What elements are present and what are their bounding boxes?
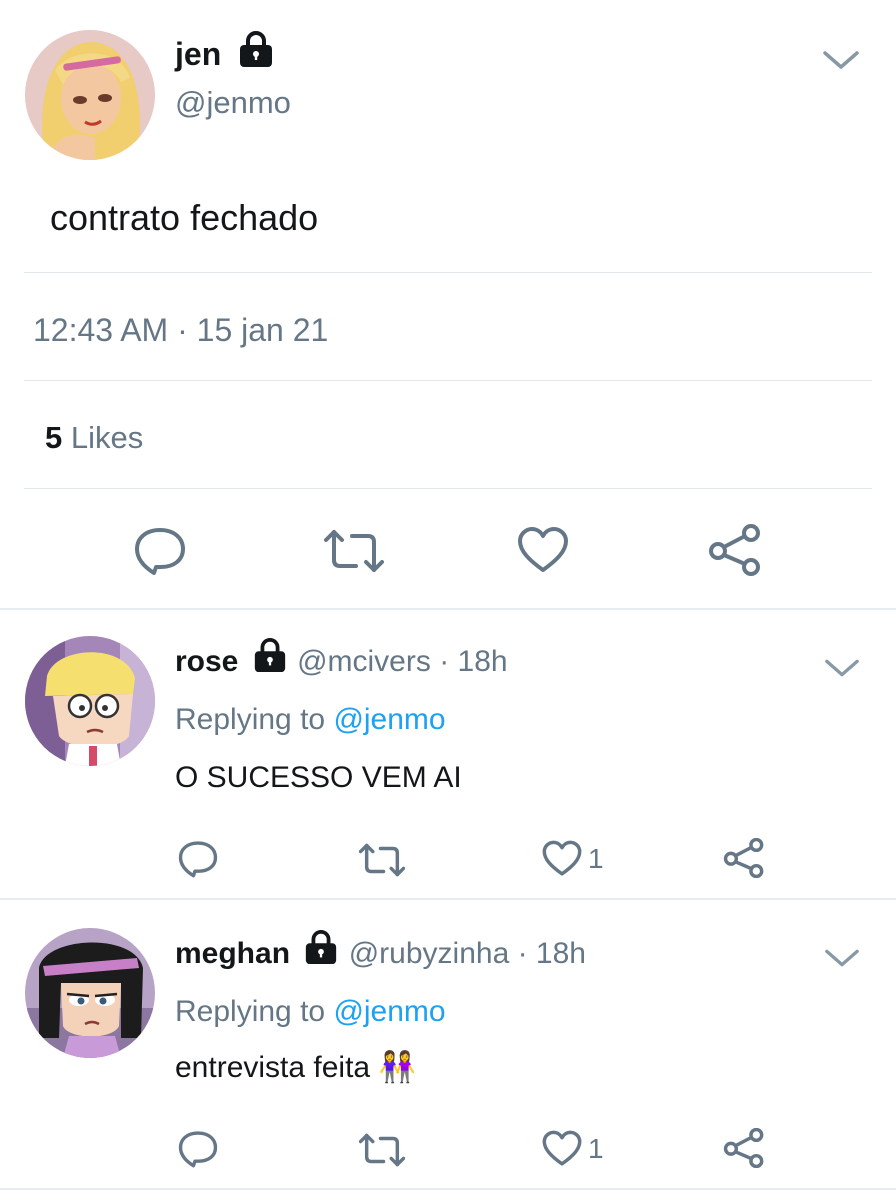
reply-author-handle[interactable]: @mcivers xyxy=(297,645,431,678)
reply-button[interactable] xyxy=(178,1130,218,1168)
lock-icon xyxy=(251,637,289,684)
replying-to-link[interactable]: @jenmo xyxy=(333,703,445,736)
share-icon xyxy=(723,838,764,878)
author-handle[interactable]: @jenmo xyxy=(175,84,291,122)
divider xyxy=(24,272,872,273)
share-button[interactable] xyxy=(708,524,762,576)
retweet-icon xyxy=(359,843,405,877)
author-name[interactable]: jen xyxy=(175,36,221,72)
reply-author-handle[interactable]: @rubyzinha xyxy=(349,937,510,970)
share-icon xyxy=(709,524,760,576)
likes-stat[interactable]: 5 Likes xyxy=(45,420,143,456)
replying-to-label: Replying to xyxy=(175,995,326,1028)
share-button[interactable] xyxy=(723,1128,765,1168)
likes-count: 5 xyxy=(45,420,63,455)
retweet-icon xyxy=(359,1133,405,1167)
reply-icon xyxy=(178,841,218,878)
like-button[interactable]: 1 xyxy=(542,840,604,877)
divider xyxy=(24,488,872,489)
heart-icon xyxy=(518,527,568,572)
chevron-down-icon[interactable] xyxy=(824,946,860,975)
retweet-button[interactable] xyxy=(359,1132,405,1168)
heart-icon xyxy=(542,1130,582,1166)
avatar-rose[interactable] xyxy=(25,636,155,766)
like-button[interactable] xyxy=(517,526,569,574)
reply-icon xyxy=(135,528,185,575)
retweet-button[interactable] xyxy=(359,842,405,878)
divider xyxy=(24,380,872,381)
heart-icon xyxy=(542,840,582,876)
like-count: 1 xyxy=(588,1132,604,1164)
reply-text: entrevista feita 👭 xyxy=(175,1051,416,1084)
tweet-timestamp: 12:43 AM · 15 jan 21 xyxy=(33,312,329,348)
reply-button[interactable] xyxy=(178,840,218,878)
reply-button[interactable] xyxy=(134,526,186,576)
retweet-icon xyxy=(324,530,384,572)
lock-icon xyxy=(236,30,276,77)
reply-time: · 18h xyxy=(439,645,508,678)
reply-icon xyxy=(178,1131,218,1168)
thread-divider xyxy=(0,608,896,610)
retweet-button[interactable] xyxy=(324,528,384,574)
replying-to-link[interactable]: @jenmo xyxy=(333,995,445,1028)
reply-author-name[interactable]: meghan xyxy=(175,937,290,970)
share-button[interactable] xyxy=(723,838,765,878)
like-count: 1 xyxy=(588,842,604,874)
lock-icon xyxy=(302,929,340,976)
thread-divider xyxy=(0,1188,896,1190)
thread-divider xyxy=(0,898,896,900)
tweet-text: contrato fechado xyxy=(50,197,319,238)
chevron-down-icon[interactable] xyxy=(822,48,860,77)
replying-to-label: Replying to xyxy=(175,703,326,736)
avatar-meghan[interactable] xyxy=(25,928,155,1058)
reply-text: O SUCESSO VEM AI xyxy=(175,761,462,794)
likes-label: Likes xyxy=(70,420,144,455)
avatar-jen[interactable] xyxy=(25,30,155,160)
like-button[interactable]: 1 xyxy=(542,1130,604,1167)
reply-time: · 18h xyxy=(517,937,586,970)
share-icon xyxy=(723,1128,764,1168)
reply-author-name[interactable]: rose xyxy=(175,645,238,678)
chevron-down-icon[interactable] xyxy=(824,656,860,685)
